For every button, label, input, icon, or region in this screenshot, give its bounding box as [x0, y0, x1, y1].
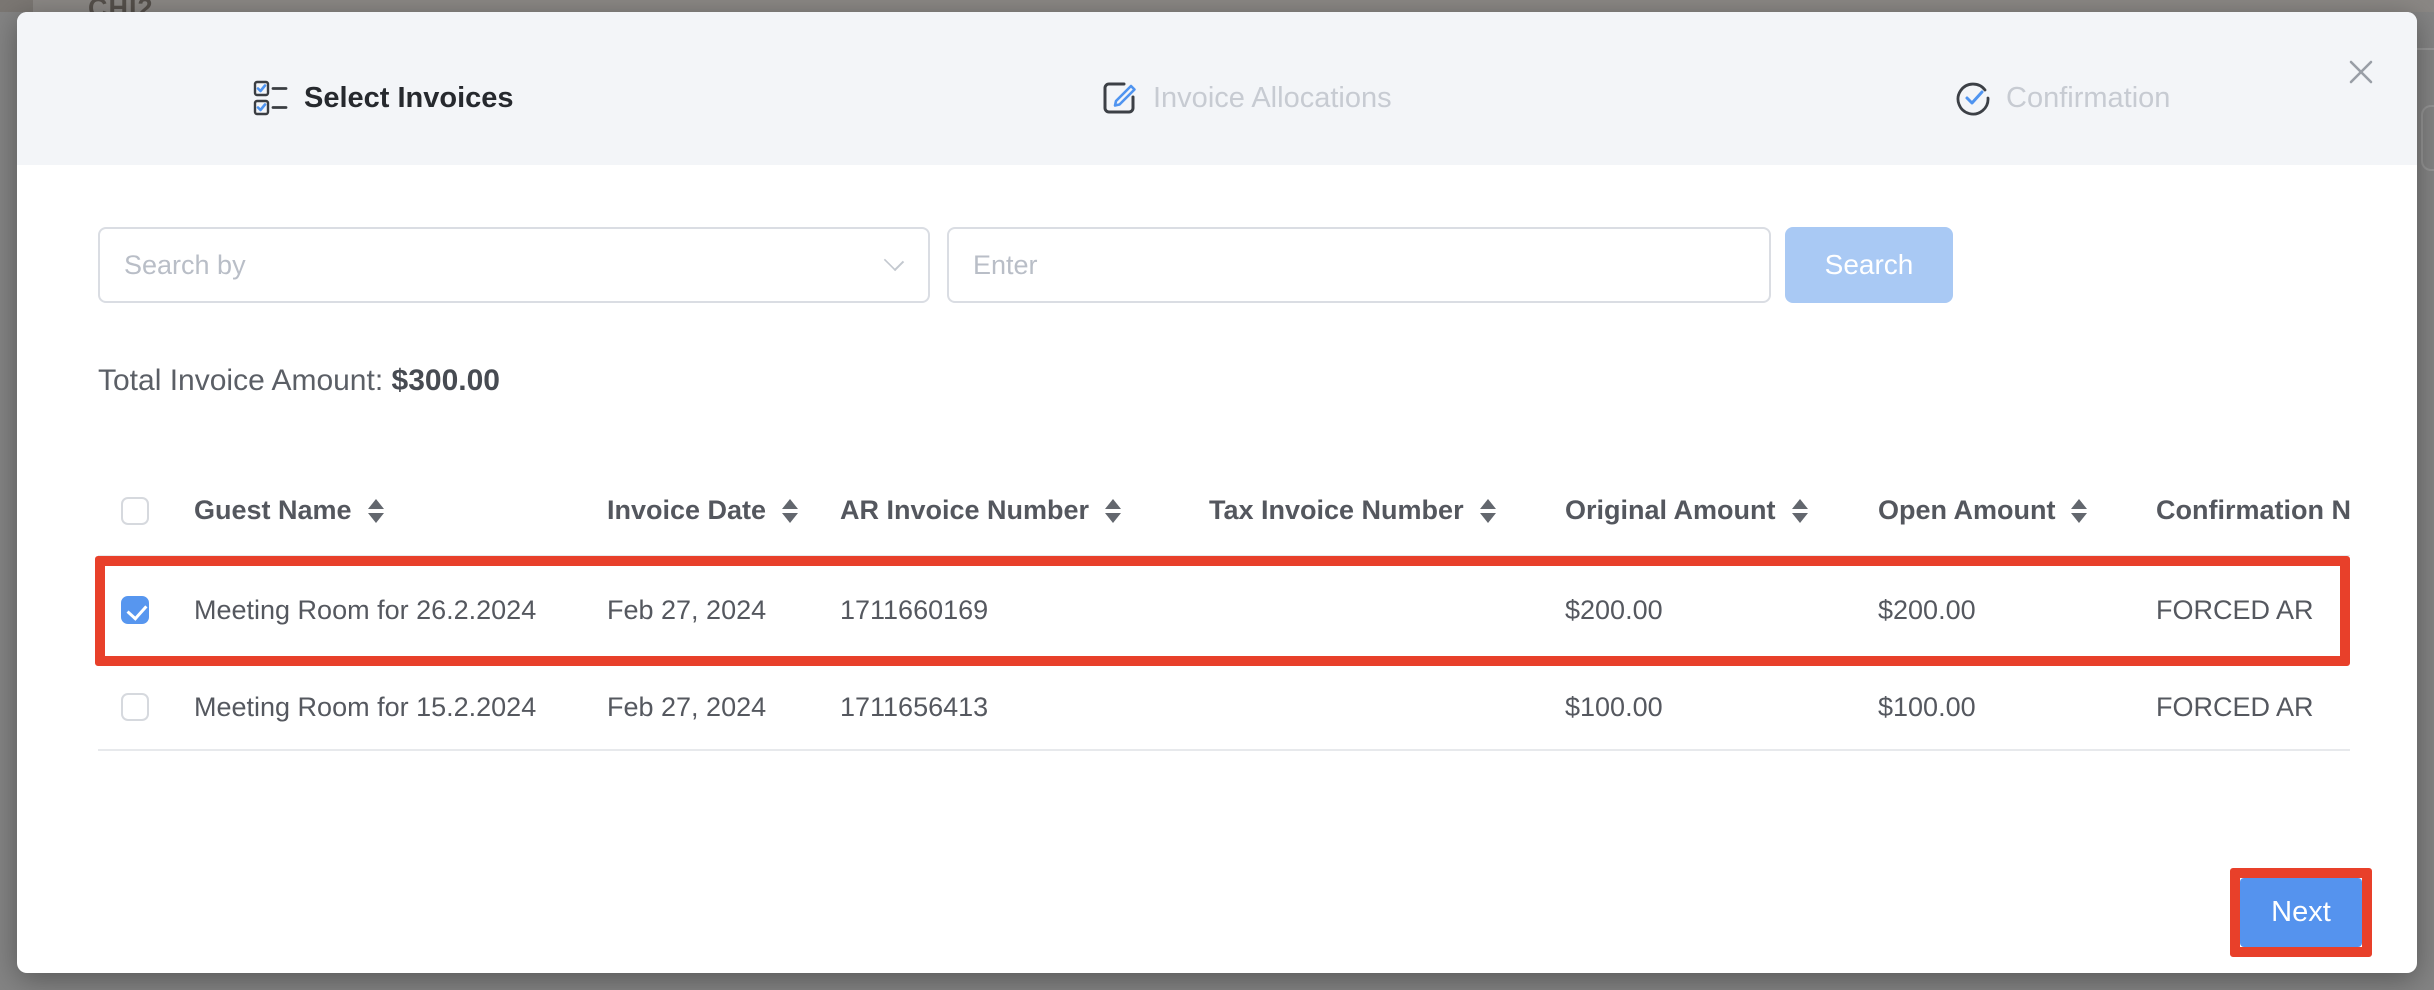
sort-icon[interactable] [2071, 499, 2087, 523]
dimmed-sidebar-edge [0, 0, 33, 12]
step-label: Select Invoices [304, 82, 514, 115]
total-invoice-amount: Total Invoice Amount: $300.00 [98, 364, 500, 398]
dimmed-background-line [2417, 48, 2434, 50]
sort-icon[interactable] [1480, 499, 1496, 523]
sort-icon[interactable] [1105, 499, 1121, 523]
close-icon[interactable] [2343, 54, 2379, 90]
step-label: Invoice Allocations [1153, 82, 1392, 115]
cell-tax-invoice-number [1183, 555, 1539, 665]
column-header-invoice-date: Invoice Date [607, 495, 766, 526]
total-invoice-amount-label: Total Invoice Amount: [98, 364, 383, 397]
table-header-row: Guest Name Invoice Date AR Invoice Numbe… [98, 467, 2350, 555]
table-row[interactable]: Meeting Room for 15.2.2024 Feb 27, 2024 … [98, 665, 2350, 750]
background-property-code: CHI2 [88, 0, 154, 12]
sort-icon[interactable] [782, 499, 798, 523]
cell-ar-invoice-number: 1711660169 [814, 555, 1183, 665]
column-header-tax-invoice-number: Tax Invoice Number [1209, 495, 1464, 526]
sort-icon[interactable] [1792, 499, 1808, 523]
step-invoice-allocations[interactable]: Invoice Allocations [1100, 78, 1392, 118]
circle-check-icon [1955, 80, 1991, 116]
column-header-guest-name: Guest Name [194, 495, 352, 526]
row-checkbox[interactable] [121, 596, 149, 624]
row-checkbox[interactable] [121, 693, 149, 721]
next-button[interactable]: Next [2240, 878, 2362, 947]
dimmed-background-panel-edge [2421, 105, 2434, 171]
column-header-confirmation-number: Confirmation Number [2156, 495, 2350, 526]
step-label: Confirmation [2006, 82, 2170, 115]
table-row[interactable]: Meeting Room for 26.2.2024 Feb 27, 2024 … [98, 555, 2350, 665]
cell-confirmation-number: FORCED AR [2130, 555, 2350, 665]
invoices-table: Guest Name Invoice Date AR Invoice Numbe… [98, 467, 2350, 765]
search-by-select[interactable]: Search by [98, 227, 930, 303]
search-controls: Search by Enter Search [98, 227, 2336, 303]
cell-open-amount: $200.00 [1852, 555, 2130, 665]
cell-confirmation-number: FORCED AR [2130, 665, 2350, 750]
edit-square-icon [1100, 79, 1138, 117]
chevron-down-icon [884, 251, 904, 271]
select-all-checkbox[interactable] [121, 497, 149, 525]
cell-guest-name: Meeting Room for 26.2.2024 [168, 555, 581, 665]
cell-invoice-date: Feb 27, 2024 [581, 555, 814, 665]
total-invoice-amount-value: $300.00 [392, 364, 500, 397]
cell-open-amount: $100.00 [1852, 665, 2130, 750]
column-header-ar-invoice-number: AR Invoice Number [840, 495, 1089, 526]
cell-tax-invoice-number [1183, 665, 1539, 750]
search-value-input[interactable]: Enter [947, 227, 1771, 303]
column-header-original-amount: Original Amount [1565, 495, 1776, 526]
screen: CHI2 Select Invoices [0, 0, 2434, 990]
search-by-placeholder: Search by [124, 250, 246, 281]
checklist-icon [253, 80, 289, 116]
stepper-header: Select Invoices Invoice Allocations [17, 12, 2417, 165]
search-value-placeholder: Enter [973, 250, 1038, 281]
search-button[interactable]: Search [1785, 227, 1953, 303]
step-confirmation[interactable]: Confirmation [1955, 78, 2170, 118]
cell-ar-invoice-number: 1711656413 [814, 665, 1183, 750]
cell-guest-name: Meeting Room for 15.2.2024 [168, 665, 581, 750]
step-select-invoices[interactable]: Select Invoices [253, 78, 514, 118]
dimmed-background-top: CHI2 [0, 0, 2434, 12]
column-header-open-amount: Open Amount [1878, 495, 2055, 526]
cell-invoice-date: Feb 27, 2024 [581, 665, 814, 750]
cell-original-amount: $200.00 [1539, 555, 1852, 665]
select-invoices-modal: Select Invoices Invoice Allocations [17, 12, 2417, 973]
sort-icon[interactable] [368, 499, 384, 523]
cell-original-amount: $100.00 [1539, 665, 1852, 750]
